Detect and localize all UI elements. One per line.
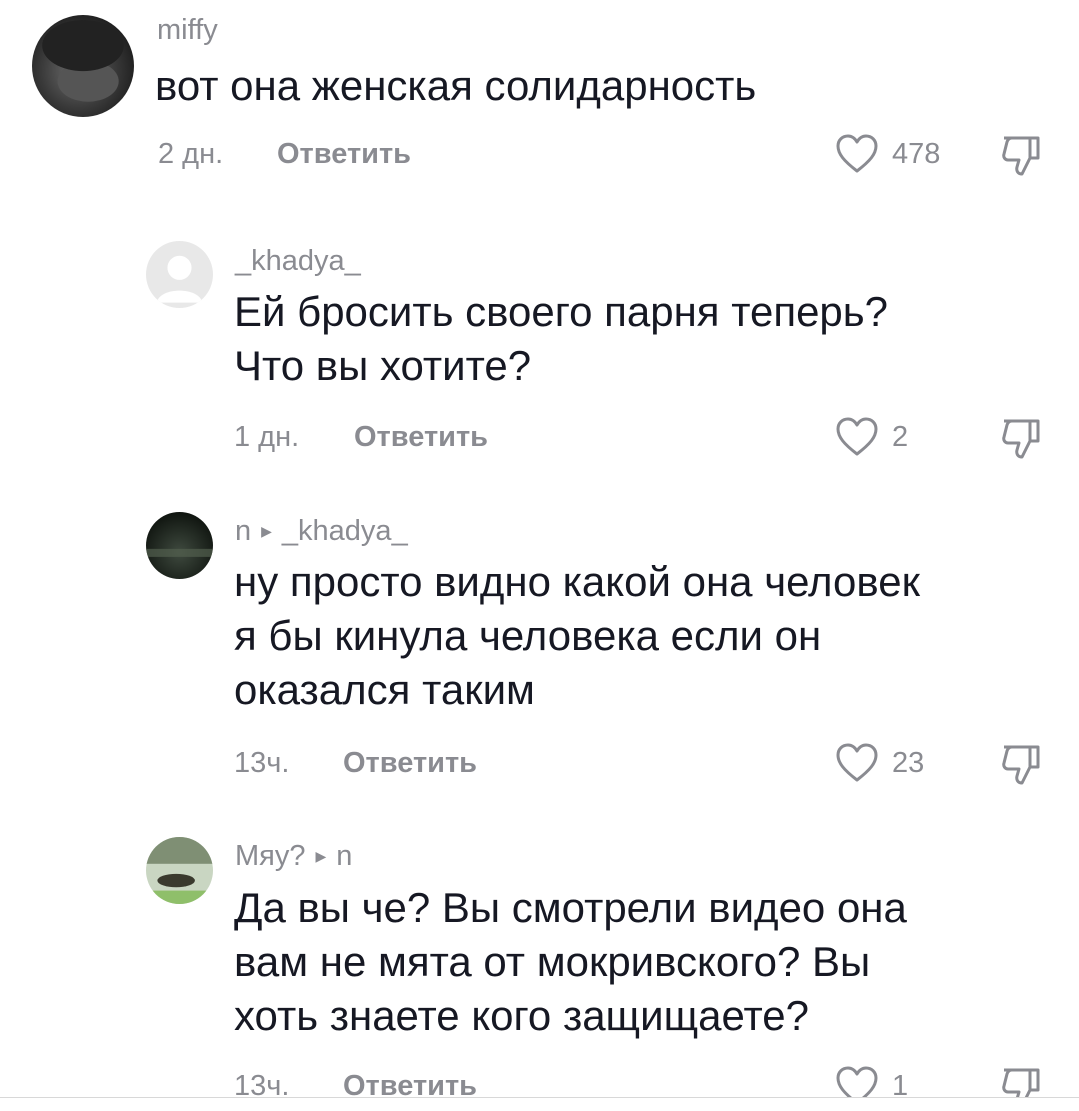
comment-time: 2 дн. — [158, 138, 224, 170]
comment-text: ну просто видно какой она человек я бы к… — [234, 555, 920, 717]
like-count: 23 — [892, 746, 925, 779]
comment-text-line: Да вы че? Вы смотрели видео она — [234, 884, 907, 931]
thumbs-down-outline-icon — [1002, 1068, 1040, 1097]
dislike-button[interactable] — [1000, 134, 1044, 178]
thumbs-down-outline-icon — [1002, 419, 1040, 459]
author-name[interactable]: n — [235, 515, 251, 548]
comment-text-line: Что вы хотите? — [234, 342, 532, 389]
avatar[interactable] — [32, 15, 134, 117]
bottom-mask — [0, 1098, 1079, 1111]
author-name[interactable]: Мяу? — [235, 840, 306, 873]
reply-button[interactable]: Ответить — [354, 421, 488, 454]
reply-button[interactable]: Ответить — [343, 747, 477, 780]
comment-text-line: ну просто видно какой она человек — [234, 558, 920, 605]
reply-to-name[interactable]: n — [336, 840, 352, 873]
comment-text: вот она женская солидарность — [155, 59, 756, 113]
right-triangle-icon: ▶ — [261, 523, 272, 539]
comment-author[interactable]: _khadya_ — [235, 245, 361, 278]
like-button[interactable]: 478 — [836, 134, 940, 174]
thumbs-down-outline-icon — [1002, 745, 1040, 785]
like-button[interactable]: 1 — [836, 1066, 908, 1097]
avatar[interactable] — [146, 512, 213, 579]
heart-outline-icon — [836, 417, 878, 456]
right-triangle-icon: ▶ — [315, 848, 327, 864]
comment-author[interactable]: Мяу? ▶ n — [235, 840, 352, 873]
dislike-button[interactable] — [1000, 743, 1044, 787]
dislike-button[interactable] — [1000, 417, 1044, 461]
avatar-image — [146, 512, 213, 579]
comment-time: 13ч. — [234, 747, 290, 779]
heart-outline-icon — [836, 1066, 878, 1097]
comment-author[interactable]: n ▶ _khadya_ — [235, 515, 408, 548]
comment-time: 1 дн. — [234, 421, 300, 453]
avatar[interactable] — [146, 241, 213, 308]
default-avatar-icon — [146, 241, 213, 308]
heart-outline-icon — [836, 134, 878, 173]
avatar[interactable] — [146, 837, 213, 904]
avatar-image — [146, 837, 213, 904]
like-count: 478 — [892, 137, 941, 170]
comment-text-line: оказался таким — [234, 666, 535, 713]
like-count: 2 — [892, 420, 909, 453]
comment-text-line: я бы кинула человека если он — [234, 612, 822, 659]
dislike-button[interactable] — [1000, 1066, 1044, 1097]
thumbs-down-outline-icon — [1002, 136, 1040, 176]
comment-author[interactable]: miffy — [157, 14, 218, 47]
comment-text-line: Ей бросить своего парня теперь? — [234, 288, 889, 335]
like-button[interactable]: 23 — [836, 743, 924, 783]
avatar-image — [32, 15, 134, 117]
comment-text-line: вот она женская солидарность — [155, 62, 757, 109]
reply-to-name[interactable]: _khadya_ — [282, 515, 408, 548]
comment-text: Ей бросить своего парня теперь? Что вы х… — [234, 285, 888, 393]
like-count: 1 — [892, 1070, 909, 1097]
comment-text-line: вам не мята от мокривского? Вы — [234, 938, 871, 985]
comment-text-line: хоть знаете кого защищаете? — [234, 992, 809, 1039]
reply-button[interactable]: Ответить — [277, 138, 411, 171]
comment-text: Да вы че? Вы смотрели видео она вам не м… — [234, 881, 907, 1043]
author-name[interactable]: miffy — [157, 14, 218, 47]
author-name[interactable]: _khadya_ — [235, 245, 361, 278]
like-button[interactable]: 2 — [836, 417, 908, 457]
heart-outline-icon — [836, 743, 878, 782]
